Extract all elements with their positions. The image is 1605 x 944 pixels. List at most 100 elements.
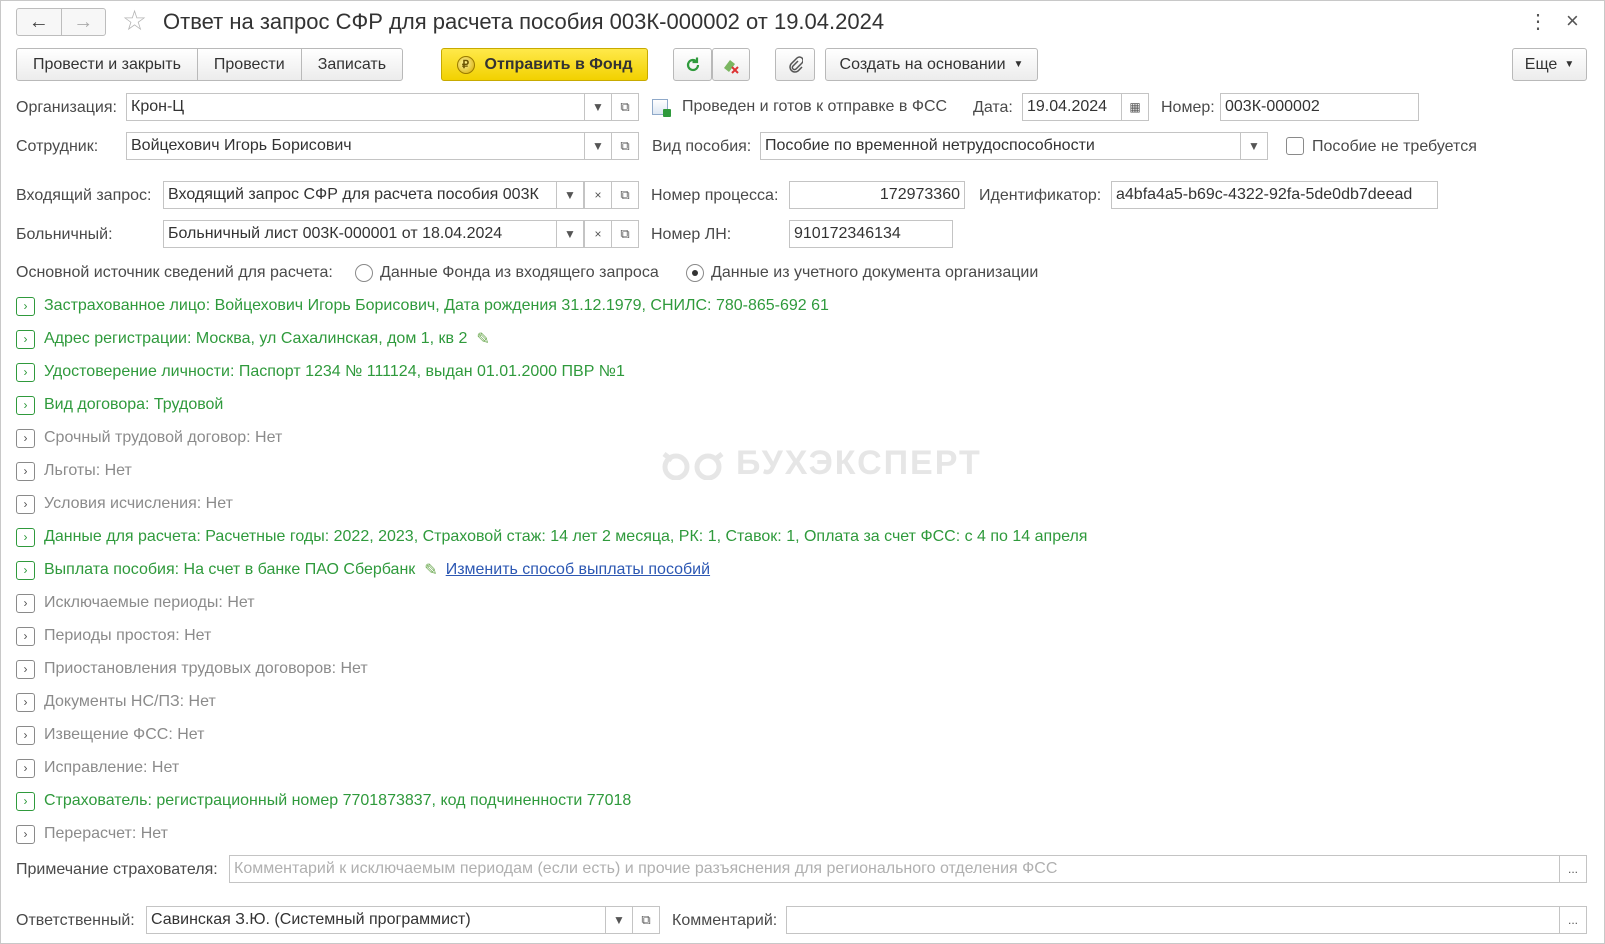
expand-icon[interactable]: › [16,329,35,349]
expand-icon[interactable]: › [16,296,35,316]
incoming-field[interactable]: Входящий запрос СФР для расчета пособия … [163,181,612,209]
section-row[interactable]: › Условия исчисления: Нет [16,492,233,516]
number-field[interactable]: 003К-000002 [1220,93,1419,121]
open-icon[interactable]: ⧉ [611,132,639,160]
chevron-down-icon[interactable]: ▼ [584,94,611,120]
section-row[interactable]: › Данные для расчета: Расчетные годы: 202… [16,525,1087,549]
chevron-down-icon[interactable]: ▼ [1240,133,1267,159]
open-icon[interactable]: ⧉ [611,181,639,209]
section-row[interactable]: › Перерасчет: Нет [16,822,168,846]
section-row[interactable]: › Удостоверение личности: Паспорт 1234 № … [16,360,625,384]
section-text[interactable]: Льготы: Нет [44,462,132,480]
create-on-basis-button[interactable]: Создать на основании ▼ [825,48,1038,81]
section-row[interactable]: › Документы НС/ПЗ: Нет [16,690,216,714]
section-text[interactable]: Документы НС/ПЗ: Нет [44,693,216,711]
org-field[interactable]: Крон-Ц ▼ [126,93,612,121]
pencil-icon[interactable]: ✎ [424,560,437,580]
section-text[interactable]: Исправление: Нет [44,759,179,777]
expand-icon[interactable]: › [16,626,35,646]
section-text[interactable]: Выплата пособия: На счет в банке ПАО Сбе… [44,561,415,579]
section-row[interactable]: › Застрахованное лицо: Войцехович Игорь Б… [16,294,829,318]
post-button[interactable]: Провести [196,49,301,80]
note-field[interactable]: Комментарий к исключаемым периодам (если… [229,855,1587,883]
chevron-down-icon[interactable]: ▼ [556,221,584,247]
save-button[interactable]: Записать [300,49,402,80]
star-icon[interactable]: ☆ [122,6,147,36]
open-icon[interactable]: ⧉ [611,93,639,121]
expand-icon[interactable]: › [16,527,35,547]
section-text[interactable]: Срочный трудовой договор: Нет [44,429,282,447]
chevron-down-icon[interactable]: ▼ [605,907,632,933]
chevron-down-icon[interactable]: ▼ [584,133,611,159]
expand-icon[interactable]: › [16,791,35,811]
section-text[interactable]: Периоды простоя: Нет [44,627,211,645]
section-text[interactable]: Застрахованное лицо: Войцехович Игорь Бо… [44,297,829,315]
section-text[interactable]: Данные для расчета: Расчетные годы: 2022… [44,528,1087,546]
expand-icon[interactable]: › [16,560,35,580]
benefit-type-field[interactable]: Пособие по временной нетрудоспособности … [760,132,1268,160]
clear-icon[interactable]: × [584,221,611,247]
cancel-post-icon[interactable] [712,48,750,81]
close-icon[interactable]: × [1566,9,1579,33]
expand-icon[interactable]: › [16,758,35,778]
section-row[interactable]: › Извещение ФСС: Нет [16,723,204,747]
sick-field[interactable]: Больничный лист 003К-000001 от 18.04.202… [163,220,612,248]
kebab-icon[interactable]: ⋮ [1528,10,1548,34]
section-row[interactable]: › Исправление: Нет [16,756,179,780]
section-text[interactable]: Страхователь: регистрационный номер 7701… [44,792,631,810]
send-to-fund-button[interactable]: ₽ Отправить в Фонд [441,48,648,81]
identifier-field[interactable]: a4bfa4a5-b69c-4322-92fa-5de0db7deead [1111,181,1438,209]
section-row[interactable]: › Периоды простоя: Нет [16,624,211,648]
open-icon[interactable]: ⧉ [611,220,639,248]
section-text[interactable]: Исключаемые периоды: Нет [44,594,255,612]
open-icon[interactable]: ⧉ [632,906,660,934]
date-field[interactable]: 19.04.2024 ▦ [1022,93,1149,121]
more-button[interactable]: Еще ▼ [1512,48,1587,81]
expand-icon[interactable]: › [16,824,35,844]
source-org-radio[interactable] [686,264,704,282]
arrow-right-icon[interactable]: → [60,9,106,35]
section-text[interactable]: Вид договора: Трудовой [44,396,223,414]
section-row[interactable]: › Страхователь: регистрационный номер 770… [16,789,631,813]
section-text[interactable]: Адрес регистрации: Москва, ул Сахалинска… [44,330,467,348]
section-row[interactable]: › Срочный трудовой договор: Нет [16,426,282,450]
expand-icon[interactable]: › [16,692,35,712]
ellipsis-button[interactable]: ... [1559,856,1586,882]
change-payment-link[interactable]: Изменить способ выплаты пособий [446,561,710,579]
arrow-left-icon[interactable]: ← [17,9,61,35]
expand-icon[interactable]: › [16,461,35,481]
ellipsis-button[interactable]: ... [1559,907,1586,933]
ln-field[interactable]: 910172346134 [789,220,953,248]
expand-icon[interactable]: › [16,494,35,514]
expand-icon[interactable]: › [16,428,35,448]
section-row[interactable]: › Исключаемые периоды: Нет [16,591,255,615]
not-required-checkbox[interactable] [1286,137,1304,155]
employee-field[interactable]: Войцехович Игорь Борисович ▼ [126,132,612,160]
section-text[interactable]: Условия исчисления: Нет [44,495,233,513]
section-text[interactable]: Приостановления трудовых договоров: Нет [44,660,368,678]
section-row[interactable]: › Вид договора: Трудовой [16,393,223,417]
process-field[interactable]: 172973360 [789,181,965,209]
expand-icon[interactable]: › [16,659,35,679]
expand-icon[interactable]: › [16,362,35,382]
section-row[interactable]: › Приостановления трудовых договоров: Нет [16,657,368,681]
section-text[interactable]: Извещение ФСС: Нет [44,726,204,744]
post-and-close-button[interactable]: Провести и закрыть [17,49,197,80]
comment-field[interactable]: ... [786,906,1587,934]
expand-icon[interactable]: › [16,395,35,415]
source-fund-radio[interactable] [355,264,373,282]
expand-icon[interactable]: › [16,725,35,745]
expand-icon[interactable]: › [16,593,35,613]
paperclip-icon[interactable] [775,48,815,81]
chevron-down-icon[interactable]: ▼ [556,182,584,208]
section-text[interactable]: Удостоверение личности: Паспорт 1234 № 1… [44,363,625,381]
section-text[interactable]: Перерасчет: Нет [44,825,168,843]
refresh-icon[interactable] [673,48,712,81]
section-row[interactable]: › Льготы: Нет [16,459,132,483]
section-row[interactable]: › Выплата пособия: На счет в банке ПАО Сб… [16,558,710,582]
calendar-icon[interactable]: ▦ [1121,94,1148,120]
pencil-icon[interactable]: ✎ [476,329,489,349]
section-row[interactable]: › Адрес регистрации: Москва, ул Сахалинск… [16,327,490,351]
responsible-field[interactable]: Савинская З.Ю. (Системный программист) ▼ [146,906,633,934]
clear-icon[interactable]: × [584,182,611,208]
